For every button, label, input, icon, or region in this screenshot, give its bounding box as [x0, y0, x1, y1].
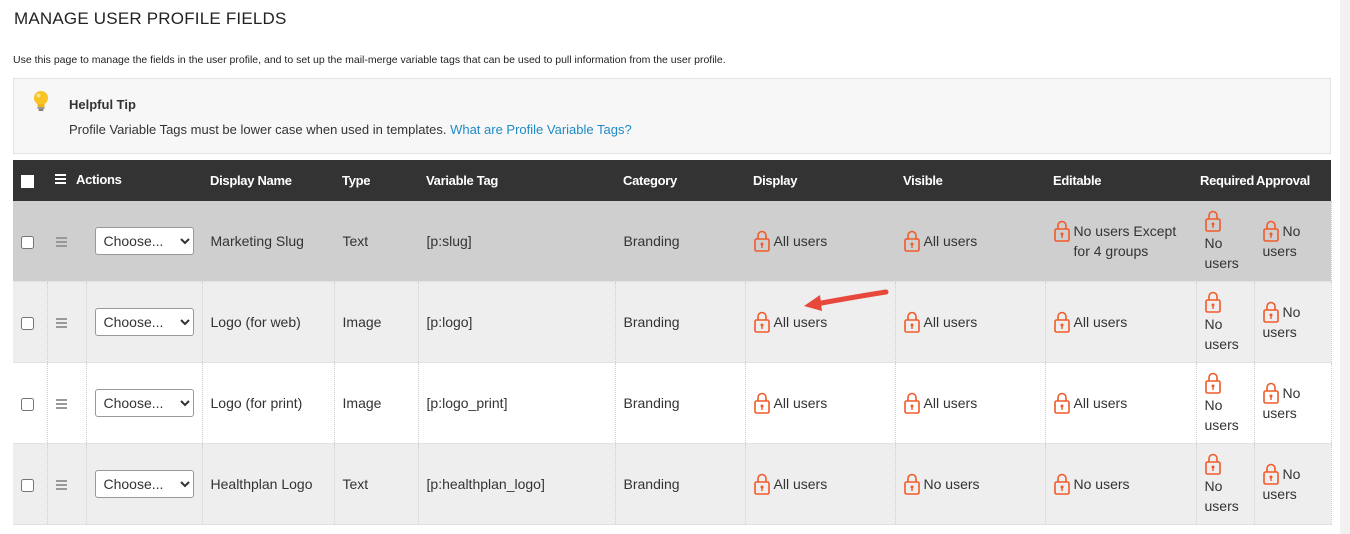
row-actions-select[interactable]: Choose...	[94, 470, 194, 498]
lock-icon	[754, 230, 770, 252]
lock-icon	[904, 473, 920, 495]
drag-handle-icon[interactable]	[55, 316, 67, 331]
display-name-cell: Healthplan Logo	[202, 443, 335, 525]
helpful-tip-box: Helpful Tip Profile Variable Tags must b…	[13, 78, 1331, 154]
category-cell: Branding	[615, 201, 746, 282]
table-header: Actions Display Name Type Variable Tag C…	[13, 160, 1332, 201]
category-cell: Branding	[615, 281, 746, 363]
header-actions-label: Actions	[76, 171, 122, 187]
row-actions-select[interactable]: Choose...	[94, 389, 194, 417]
variable-tag-cell: [p:logo_print]	[418, 362, 616, 444]
tip-text: Profile Variable Tags must be lower case…	[69, 122, 632, 137]
page-intro: Use this page to manage the fields in th…	[13, 54, 726, 66]
lock-icon	[1205, 291, 1221, 313]
lock-icon	[1263, 301, 1279, 323]
editable-cell[interactable]: No users Except for 4 groups	[1045, 201, 1197, 282]
lock-icon	[1054, 220, 1070, 242]
row-actions-select[interactable]: Choose...	[94, 227, 194, 255]
required-cell[interactable]: No users	[1196, 362, 1255, 444]
row-checkbox[interactable]	[21, 235, 34, 249]
header-approval[interactable]: Approval	[1254, 160, 1332, 201]
lock-icon	[1054, 311, 1070, 333]
type-cell: Image	[334, 281, 419, 363]
approval-cell[interactable]: No users	[1254, 443, 1332, 525]
type-cell: Text	[334, 201, 419, 282]
visible-cell[interactable]: No users	[895, 443, 1046, 525]
editable-cell[interactable]: All users	[1045, 362, 1197, 444]
header-required[interactable]: Required	[1196, 160, 1254, 201]
header-category[interactable]: Category	[615, 160, 746, 201]
page-title: MANAGE USER PROFILE FIELDS	[14, 9, 287, 28]
visible-cell[interactable]: All users	[895, 281, 1046, 363]
display-cell[interactable]: All users	[745, 443, 896, 525]
editable-cell[interactable]: All users	[1045, 281, 1197, 363]
header-variable-tag[interactable]: Variable Tag	[418, 160, 616, 201]
lock-icon	[904, 392, 920, 414]
lock-icon	[1263, 463, 1279, 485]
display-cell[interactable]: All users	[745, 201, 896, 282]
header-display[interactable]: Display	[745, 160, 896, 201]
table-row: Choose... Logo (for print) Image [p:logo…	[13, 362, 1332, 444]
display-name-cell: Logo (for print)	[202, 362, 335, 444]
lock-icon	[1205, 372, 1221, 394]
drag-handle-icon[interactable]	[55, 235, 67, 250]
visible-cell[interactable]: All users	[895, 201, 1046, 282]
header-type[interactable]: Type	[334, 160, 419, 201]
category-cell: Branding	[615, 362, 746, 444]
lock-icon	[1263, 382, 1279, 404]
row-checkbox[interactable]	[21, 316, 34, 330]
lock-icon	[1205, 210, 1221, 232]
page-scrollbar[interactable]	[1340, 0, 1350, 534]
lock-icon	[1054, 473, 1070, 495]
table-row: Choose... Logo (for web) Image [p:logo] …	[13, 281, 1332, 363]
lock-icon	[754, 392, 770, 414]
variable-tag-cell: [p:logo]	[418, 281, 616, 363]
profile-fields-table: Actions Display Name Type Variable Tag C…	[13, 160, 1332, 525]
visible-cell[interactable]: All users	[895, 362, 1046, 444]
display-name-cell: Marketing Slug	[202, 201, 335, 282]
lightbulb-icon	[32, 90, 50, 119]
profile-variable-tags-link[interactable]: What are Profile Variable Tags?	[450, 122, 632, 137]
lock-icon	[904, 311, 920, 333]
lock-icon	[1205, 453, 1221, 475]
display-cell[interactable]: All users	[745, 362, 896, 444]
red-arrow-annotation	[804, 289, 889, 311]
menu-icon[interactable]	[55, 172, 66, 186]
table-row: Choose... Marketing Slug Text [p:slug] B…	[13, 201, 1332, 282]
approval-cell[interactable]: No users	[1254, 201, 1332, 282]
table-row: Choose... Healthplan Logo Text [p:health…	[13, 443, 1332, 525]
category-cell: Branding	[615, 443, 746, 525]
editable-cell[interactable]: No users	[1045, 443, 1197, 525]
variable-tag-cell: [p:healthplan_logo]	[418, 443, 616, 525]
display-name-cell: Logo (for web)	[202, 281, 335, 363]
header-editable[interactable]: Editable	[1045, 160, 1197, 201]
required-cell[interactable]: No users	[1196, 201, 1255, 282]
lock-icon	[904, 230, 920, 252]
row-actions-select[interactable]: Choose...	[94, 308, 194, 336]
header-visible[interactable]: Visible	[895, 160, 1046, 201]
drag-handle-icon[interactable]	[55, 397, 67, 412]
select-all-checkbox[interactable]	[21, 175, 34, 189]
approval-cell[interactable]: No users	[1254, 281, 1332, 363]
type-cell: Text	[334, 443, 419, 525]
lock-icon	[1263, 220, 1279, 242]
row-checkbox[interactable]	[21, 478, 34, 492]
header-actions: Actions	[47, 160, 203, 201]
lock-icon	[1054, 392, 1070, 414]
variable-tag-cell: [p:slug]	[418, 201, 616, 282]
type-cell: Image	[334, 362, 419, 444]
header-select-all[interactable]	[13, 160, 47, 201]
approval-cell[interactable]: No users	[1254, 362, 1332, 444]
tip-title: Helpful Tip	[69, 97, 136, 112]
row-checkbox[interactable]	[21, 397, 34, 411]
required-cell[interactable]: No users	[1196, 281, 1255, 363]
lock-icon	[754, 311, 770, 333]
required-cell[interactable]: No users	[1196, 443, 1255, 525]
tip-text-body: Profile Variable Tags must be lower case…	[69, 122, 447, 137]
lock-icon	[754, 473, 770, 495]
header-display-name[interactable]: Display Name	[202, 160, 335, 201]
drag-handle-icon[interactable]	[55, 478, 67, 493]
